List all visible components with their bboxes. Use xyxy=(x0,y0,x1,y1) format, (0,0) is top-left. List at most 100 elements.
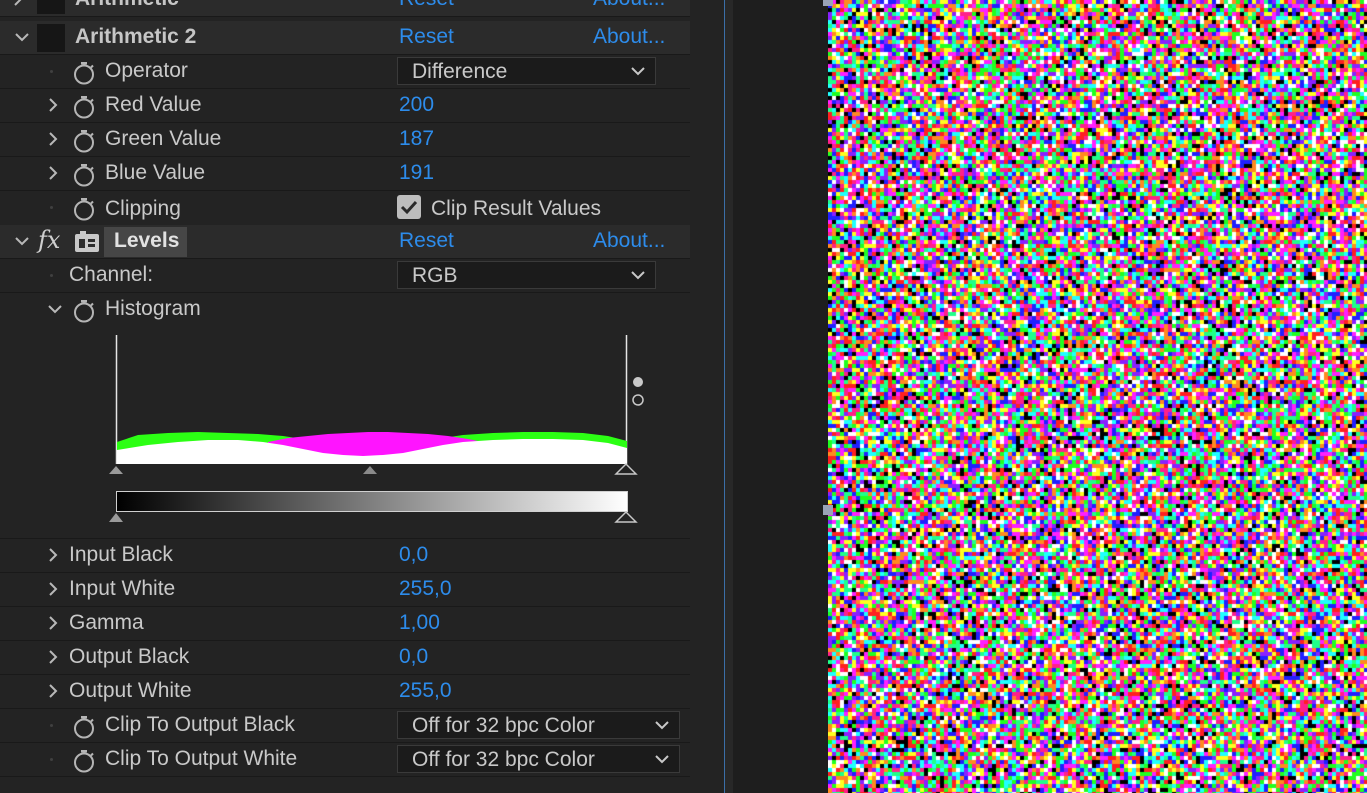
chevron-down-icon xyxy=(654,719,670,731)
chevron-right-icon[interactable] xyxy=(45,649,61,665)
property-label: Blue Value xyxy=(105,161,206,184)
effect-name: Levels xyxy=(114,229,180,252)
histogram-mode-radio-2[interactable] xyxy=(632,394,644,406)
histogram-widget[interactable] xyxy=(108,330,648,530)
input-white-value[interactable]: 255,0 xyxy=(399,577,452,601)
tree-dot xyxy=(50,758,53,761)
property-label: Input Black xyxy=(69,543,173,566)
chevron-right-icon[interactable] xyxy=(45,131,61,147)
property-row-output-black: Output Black 0,0 xyxy=(0,641,690,675)
operator-dropdown[interactable]: Difference xyxy=(397,57,656,85)
property-row-input-white: Input White 255,0 xyxy=(0,573,690,607)
property-label: Operator xyxy=(105,59,188,82)
dropdown-value: Difference xyxy=(412,60,508,83)
chevron-right-icon[interactable] xyxy=(45,97,61,113)
about-link[interactable]: About... xyxy=(593,0,665,11)
chevron-right-icon[interactable] xyxy=(45,615,61,631)
dropdown-value: Off for 32 bpc Color xyxy=(412,748,595,771)
stopwatch-icon[interactable] xyxy=(72,299,96,323)
effect-controls-panel: Arithmetic Reset About... Arithmetic 2 R… xyxy=(0,0,724,793)
composition-viewer[interactable] xyxy=(733,0,1367,793)
noise-preview xyxy=(828,0,1367,793)
property-label: Green Value xyxy=(105,127,222,150)
clip-output-black-dropdown[interactable]: Off for 32 bpc Color xyxy=(397,711,680,739)
effect-enable-toggle[interactable] xyxy=(37,24,65,52)
effect-header-arithmetic[interactable]: Arithmetic Reset About... xyxy=(0,0,690,17)
reset-link[interactable]: Reset xyxy=(399,229,454,253)
effect-header-levels[interactable]: fx Levels Reset About... xyxy=(0,225,690,259)
property-row-input-black: Input Black 0,0 xyxy=(0,539,690,573)
property-label: Clip To Output White xyxy=(105,747,298,770)
chevron-right-icon[interactable] xyxy=(10,0,26,7)
property-row-gamma: Gamma 1,00 xyxy=(0,607,690,641)
property-label: Gamma xyxy=(69,611,144,634)
gamma-slider[interactable] xyxy=(363,466,377,474)
stopwatch-icon[interactable] xyxy=(72,129,96,153)
property-row-channel: Channel: RGB xyxy=(0,259,690,293)
property-label: Clipping xyxy=(105,197,181,220)
about-link[interactable]: About... xyxy=(593,25,665,49)
property-row-output-white: Output White 255,0 xyxy=(0,675,690,709)
clip-result-values-checkbox[interactable] xyxy=(397,195,421,219)
chevron-down-icon xyxy=(654,753,670,765)
effect-name: Arithmetic xyxy=(75,0,179,11)
output-black-slider[interactable] xyxy=(109,513,123,522)
property-row-clipping: Clipping Clip Result Values xyxy=(0,191,690,226)
input-white-slider[interactable] xyxy=(614,462,638,475)
chevron-right-icon[interactable] xyxy=(45,683,61,699)
property-label: Output White xyxy=(69,679,192,702)
stopwatch-icon[interactable] xyxy=(72,197,96,221)
chevron-down-icon[interactable] xyxy=(14,233,30,249)
reset-link[interactable]: Reset xyxy=(399,0,454,11)
property-row-green-value: Green Value 187 xyxy=(0,123,690,157)
stopwatch-icon[interactable] xyxy=(72,749,96,773)
input-black-slider[interactable] xyxy=(109,466,123,474)
chevron-right-icon[interactable] xyxy=(45,547,61,563)
gamma-value[interactable]: 1,00 xyxy=(399,611,440,635)
stopwatch-icon[interactable] xyxy=(72,61,96,85)
clip-output-white-dropdown[interactable]: Off for 32 bpc Color xyxy=(397,745,680,773)
property-row-red-value: Red Value 200 xyxy=(0,89,690,123)
channel-dropdown[interactable]: RGB xyxy=(397,261,656,289)
histogram-mode-radio-1[interactable] xyxy=(633,377,643,387)
chevron-down-icon[interactable] xyxy=(14,29,30,45)
property-label: Red Value xyxy=(105,93,202,116)
layer-handle-top[interactable] xyxy=(823,0,833,6)
chevron-down-icon xyxy=(630,269,646,281)
dropdown-value: Off for 32 bpc Color xyxy=(412,714,595,737)
stopwatch-icon[interactable] xyxy=(72,715,96,739)
stopwatch-icon[interactable] xyxy=(72,163,96,187)
layer-handle-middle[interactable] xyxy=(823,505,833,515)
tree-dot xyxy=(50,274,53,277)
property-row-clip-output-white: Clip To Output White Off for 32 bpc Colo… xyxy=(0,743,690,777)
stopwatch-icon[interactable] xyxy=(72,95,96,119)
property-row-operator: Operator Difference xyxy=(0,55,690,89)
layer-styles-icon xyxy=(75,231,99,252)
effect-enable-toggle[interactable] xyxy=(37,0,65,14)
blue-value-scrub[interactable]: 191 xyxy=(399,161,434,185)
chevron-right-icon[interactable] xyxy=(45,581,61,597)
panel-splitter[interactable] xyxy=(725,0,733,793)
input-black-value[interactable]: 0,0 xyxy=(399,543,428,567)
checkmark-icon xyxy=(400,200,418,215)
output-white-slider[interactable] xyxy=(614,510,638,523)
chevron-right-icon[interactable] xyxy=(45,165,61,181)
red-value-scrub[interactable]: 200 xyxy=(399,93,434,117)
property-label: Input White xyxy=(69,577,176,600)
reset-link[interactable]: Reset xyxy=(399,25,454,49)
effect-name: Arithmetic 2 xyxy=(75,25,197,48)
green-value-scrub[interactable]: 187 xyxy=(399,127,434,151)
fx-icon[interactable]: fx xyxy=(38,226,60,254)
chevron-down-icon xyxy=(630,65,646,77)
chevron-down-icon[interactable] xyxy=(47,301,63,317)
about-link[interactable]: About... xyxy=(593,229,665,253)
output-white-value[interactable]: 255,0 xyxy=(399,679,452,703)
output-black-value[interactable]: 0,0 xyxy=(399,645,428,669)
dropdown-value: RGB xyxy=(412,264,458,287)
output-gradient-bar xyxy=(116,491,628,512)
effect-header-arithmetic-2[interactable]: Arithmetic 2 Reset About... xyxy=(0,21,690,55)
property-label: Output Black xyxy=(69,645,190,668)
property-label: Clip To Output Black xyxy=(105,713,295,736)
property-row-clip-output-black: Clip To Output Black Off for 32 bpc Colo… xyxy=(0,709,690,743)
property-row-blue-value: Blue Value 191 xyxy=(0,157,690,191)
